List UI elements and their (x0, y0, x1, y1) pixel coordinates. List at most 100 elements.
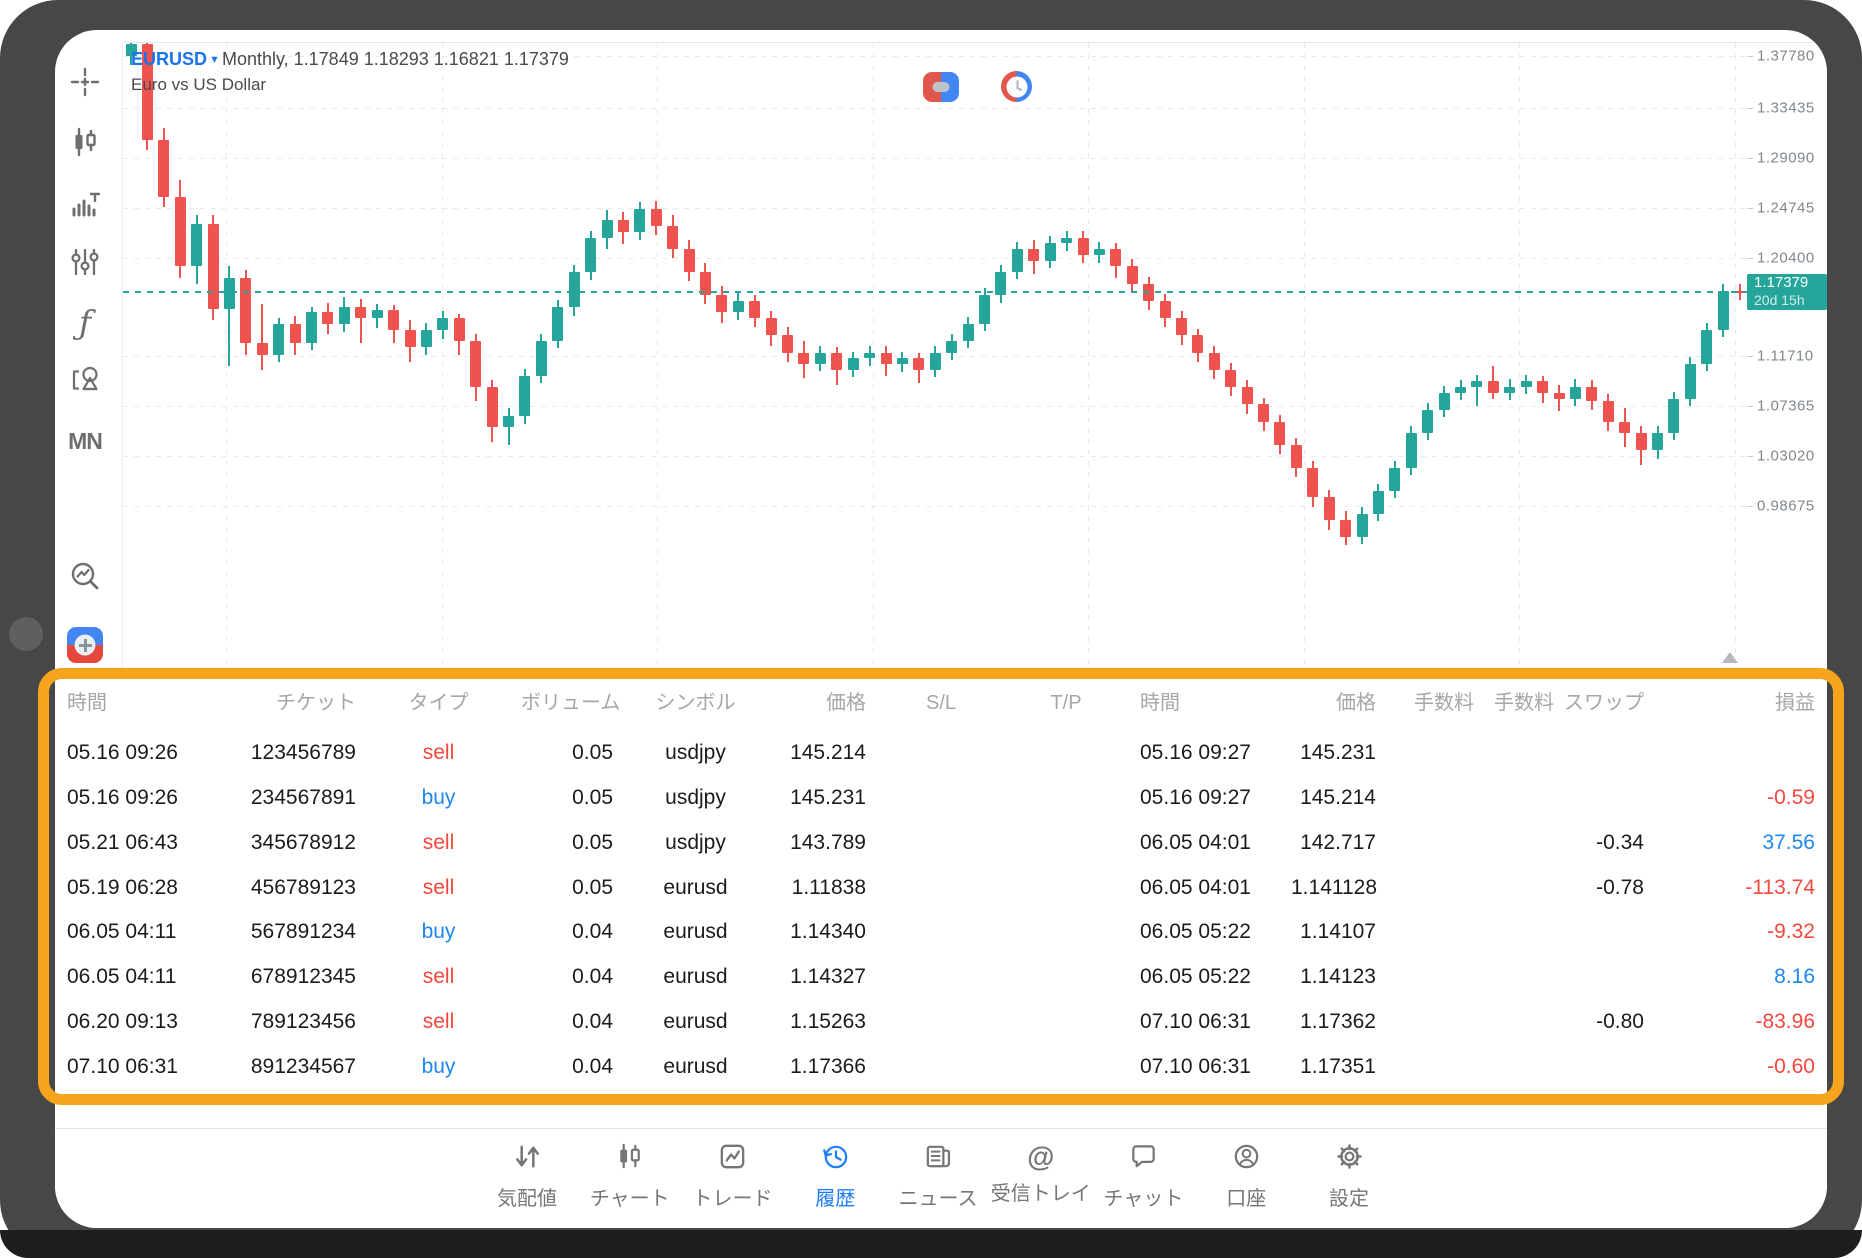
candle-body (421, 330, 432, 347)
candle-body (1307, 468, 1318, 497)
nav-tab-news[interactable]: ニュース (887, 1141, 989, 1211)
gridline (1735, 43, 1736, 669)
candlestick-style-icon[interactable] (63, 120, 107, 164)
chart-settings-icon[interactable] (63, 240, 107, 284)
candle-body (766, 318, 777, 335)
candle-body (437, 318, 448, 330)
candle-body (716, 295, 727, 312)
symbol-description: Euro vs US Dollar (131, 73, 569, 97)
trade-icon (717, 1141, 748, 1177)
nav-tab-quotes[interactable]: 気配値 (476, 1141, 578, 1211)
candle-body (848, 358, 859, 370)
price-axis-label: 1.33435 (1757, 100, 1815, 117)
candle-body (1718, 291, 1729, 330)
objects-icon[interactable] (63, 358, 107, 402)
candle-body (749, 301, 760, 318)
candle-body (881, 353, 892, 365)
ohlc-info: Monthly, 1.17849 1.18293 1.16821 1.17379 (222, 49, 569, 69)
nav-tab-trade[interactable]: トレード (682, 1141, 784, 1211)
nav-tab-account[interactable]: 口座 (1195, 1141, 1297, 1211)
candle-body (569, 272, 580, 307)
news-icon (923, 1141, 954, 1177)
candle-body (388, 310, 399, 330)
candle-body (372, 310, 383, 318)
scroll-to-end-icon[interactable] (1722, 652, 1738, 663)
candle-body (963, 324, 974, 341)
candle-body (1242, 387, 1253, 404)
nav-label: チャート (590, 1182, 670, 1211)
gridline (123, 208, 1748, 209)
gridline (226, 43, 227, 669)
axis-tick (1747, 406, 1753, 407)
candle-wick (1476, 375, 1478, 406)
candle-wick (360, 299, 362, 344)
candle-body (1061, 238, 1072, 244)
candle-body (798, 353, 809, 365)
candle-body (405, 330, 416, 347)
axis-tick (1747, 108, 1753, 109)
gridline (657, 43, 658, 669)
candle-body (355, 307, 366, 319)
new-order-icon[interactable] (63, 623, 107, 667)
axis-tick (1747, 506, 1753, 507)
timeframe-button[interactable]: MN (63, 419, 107, 463)
price-axis-label: 1.03020 (1757, 448, 1815, 465)
nav-tab-chat[interactable]: チャット (1093, 1141, 1195, 1211)
candle-body (651, 209, 662, 226)
nav-tab-inbox[interactable]: @受信トレイ (990, 1141, 1092, 1211)
axis-tick (1747, 258, 1753, 259)
candle-body (306, 312, 317, 343)
price-axis[interactable]: 1.17379 20d 15h 1.377801.334351.290901.2… (1747, 42, 1827, 669)
chart-legend[interactable]: EURUSD ▾ Monthly, 1.17849 1.18293 1.1682… (131, 47, 569, 97)
candle-body (273, 324, 284, 355)
split-badge-icon (923, 72, 959, 102)
candle-body (1668, 399, 1679, 434)
current-price-badge: 1.17379 20d 15h (1747, 274, 1827, 310)
price-axis-label: 1.37780 (1757, 48, 1815, 65)
crosshair-icon[interactable] (63, 60, 107, 104)
candle-body (1045, 243, 1056, 260)
indicators-icon[interactable] (63, 182, 107, 226)
gridline (442, 43, 443, 669)
candle-body (224, 278, 235, 309)
price-axis-label: 1.24745 (1757, 200, 1815, 217)
highlight-annotation (38, 668, 1844, 1105)
candle-body (519, 376, 530, 416)
candle-body (1619, 422, 1630, 434)
settings-icon (1334, 1141, 1365, 1177)
candle-body (1160, 301, 1171, 318)
candle-body (1652, 433, 1663, 450)
chart-icon (614, 1141, 645, 1177)
candle-body (536, 341, 547, 376)
candle-body (1373, 491, 1384, 514)
nav-tab-settings[interactable]: 設定 (1298, 1141, 1400, 1211)
candle-body (290, 324, 301, 344)
chart-zoom-icon[interactable] (63, 555, 107, 599)
candle-body (1685, 364, 1696, 399)
candle-body (1274, 422, 1285, 445)
symbol-selector[interactable]: EURUSD (131, 49, 207, 69)
candle-body (864, 353, 875, 359)
gridline (123, 258, 1748, 259)
chevron-down-icon[interactable]: ▾ (211, 52, 217, 66)
candle-body (1340, 520, 1351, 537)
nav-tab-chart[interactable]: チャート (579, 1141, 681, 1211)
candle-body (1455, 387, 1466, 393)
nav-tab-history[interactable]: 履歴 (784, 1141, 886, 1211)
nav-label: 気配値 (497, 1182, 557, 1211)
candle-body (503, 416, 514, 428)
function-icon[interactable]: ƒ (63, 300, 107, 344)
candle-body (897, 358, 908, 364)
candlestick-chart[interactable]: EURUSD ▾ Monthly, 1.17849 1.18293 1.1682… (122, 42, 1748, 669)
candle-body (454, 318, 465, 341)
candle-body (1258, 404, 1269, 421)
candle-body (1570, 387, 1581, 399)
price-axis-label: 1.07365 (1757, 398, 1815, 415)
gridline (1088, 43, 1089, 669)
chart-toolbar: ƒ MN (55, 30, 122, 670)
candle-body (1521, 381, 1532, 387)
nav-label: トレード (693, 1182, 773, 1211)
candle-wick (261, 304, 263, 370)
axis-tick (1747, 356, 1753, 357)
candle-body (158, 140, 169, 198)
